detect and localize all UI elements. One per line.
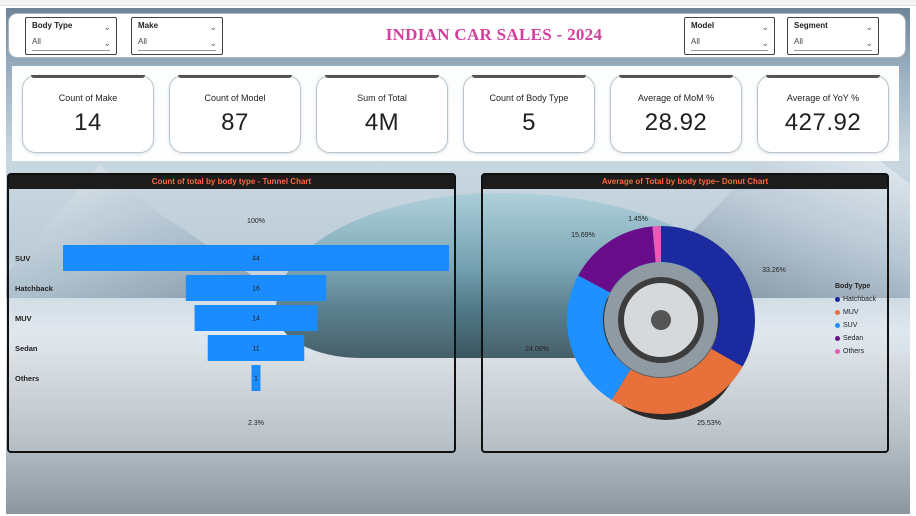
- kpi-value: 28.92: [644, 109, 708, 136]
- donut-data-label: 15.69%: [571, 232, 595, 239]
- tunnel-category-label: Sedan: [15, 344, 38, 353]
- tunnel-category-label: MUV: [15, 314, 32, 323]
- tunnel-bar-value: 14: [252, 316, 260, 323]
- chevron-down-icon[interactable]: ⌄: [103, 39, 111, 48]
- tunnel-chart[interactable]: 100% 2.3% 44 SUV 16 Hatchback 14 MUV 11 Sedan 1 O…: [9, 189, 454, 451]
- chevron-down-icon[interactable]: ⌄: [761, 23, 769, 32]
- top-window-strip: [0, 0, 916, 6]
- legend-label: MUV: [843, 309, 859, 316]
- legend-label: Sedan: [843, 335, 864, 342]
- legend-label: Others: [843, 348, 865, 355]
- tunnel-bottom-label: 2.3%: [248, 420, 264, 427]
- tunnel-bar-value: 11: [252, 346, 259, 353]
- kpi-label: Count of Body Type: [489, 93, 569, 103]
- legend-dot-icon: [835, 349, 840, 354]
- slicer-value[interactable]: All: [691, 37, 768, 46]
- tunnel-chart-panel[interactable]: Count of total by body type - Tunnel Cha…: [7, 173, 456, 453]
- kpi-label: Average of YoY %: [786, 93, 860, 103]
- slicer-value[interactable]: All: [794, 37, 872, 46]
- slicer-underline: [138, 50, 216, 51]
- make-slicer[interactable]: Make ⌄ All ⌄: [131, 17, 223, 55]
- legend-dot-icon: [835, 336, 840, 341]
- kpi-value: 5: [522, 109, 536, 136]
- kpi-label: Average of MoM %: [637, 93, 715, 103]
- donut-legend: Body Type Hatchback MUV SUV Sedan Others: [835, 283, 876, 358]
- slicer-title: Make: [138, 21, 159, 30]
- legend-dot-icon: [835, 297, 840, 302]
- kpi-value: 14: [74, 109, 102, 136]
- tunnel-bar-value: 1: [254, 376, 258, 383]
- donut-data-label: 1.45%: [628, 216, 648, 223]
- legend-item-hatchback[interactable]: Hatchback: [835, 293, 876, 306]
- kpi-card-count-of-make[interactable]: Count of Make 14: [22, 75, 154, 153]
- header-bar: Body Type ⌄ All ⌄ Make ⌄ All ⌄ INDIAN CA…: [8, 13, 906, 58]
- kpi-card-average-yoy[interactable]: Average of YoY % 427.92: [757, 75, 889, 153]
- legend-label: Hatchback: [843, 296, 877, 303]
- tunnel-top-label: 100%: [247, 218, 265, 225]
- slicer-value[interactable]: All: [32, 37, 110, 46]
- body-type-slicer[interactable]: Body Type ⌄ All ⌄: [25, 17, 117, 55]
- page-title: INDIAN CAR SALES - 2024: [385, 25, 603, 44]
- chevron-down-icon[interactable]: ⌄: [209, 39, 217, 48]
- legend-item-sedan[interactable]: Sedan: [835, 332, 876, 345]
- kpi-card-count-of-model[interactable]: Count of Model 87: [169, 75, 301, 153]
- tunnel-category-label: Hatchback: [15, 284, 54, 293]
- kpi-strip: Count of Make 14 Count of Model 87 Sum o…: [12, 66, 899, 161]
- kpi-card-sum-of-total[interactable]: Sum of Total 4M: [316, 75, 448, 153]
- slicer-title: Body Type: [32, 21, 73, 30]
- chevron-down-icon[interactable]: ⌄: [865, 23, 873, 32]
- kpi-label: Count of Model: [204, 93, 266, 103]
- tunnel-category-label: SUV: [15, 254, 30, 263]
- kpi-label: Count of Make: [58, 93, 118, 103]
- model-slicer[interactable]: Model ⌄ All ⌄: [684, 17, 775, 55]
- donut-data-label: 33.26%: [762, 267, 786, 274]
- chevron-down-icon[interactable]: ⌄: [103, 23, 111, 32]
- legend-dot-icon: [835, 310, 840, 315]
- chevron-down-icon[interactable]: ⌄: [761, 39, 769, 48]
- legend-item-muv[interactable]: MUV: [835, 306, 876, 319]
- tunnel-bar-value: 44: [252, 256, 260, 263]
- slicer-underline: [691, 50, 768, 51]
- slicer-underline: [794, 50, 872, 51]
- legend-title: Body Type: [835, 283, 871, 290]
- legend-label: SUV: [843, 322, 858, 329]
- slicer-value[interactable]: All: [138, 37, 216, 46]
- slicer-title: Model: [691, 21, 715, 30]
- kpi-card-average-mom[interactable]: Average of MoM % 28.92: [610, 75, 742, 153]
- slicer-underline: [32, 50, 110, 51]
- kpi-card-count-of-body-type[interactable]: Count of Body Type 5: [463, 75, 595, 153]
- kpi-value: 427.92: [784, 109, 862, 136]
- kpi-value: 4M: [364, 109, 400, 136]
- kpi-label: Sum of Total: [357, 93, 407, 103]
- slicer-title: Segment: [794, 21, 828, 30]
- donut-chart-panel[interactable]: Average of Total by body type– Donut Cha…: [481, 173, 889, 453]
- segment-slicer[interactable]: Segment ⌄ All ⌄: [787, 17, 879, 55]
- chevron-down-icon[interactable]: ⌄: [209, 23, 217, 32]
- donut-data-label: 25.53%: [697, 420, 721, 427]
- donut-data-label: 24.06%: [525, 346, 549, 353]
- legend-item-others[interactable]: Others: [835, 345, 876, 358]
- donut-chart-title: Average of Total by body type– Donut Cha…: [483, 175, 887, 189]
- donut-chart[interactable]: 33.26% 25.53% 24.06% 15.69% 1.45%: [483, 189, 887, 451]
- chevron-down-icon[interactable]: ⌄: [865, 39, 873, 48]
- legend-dot-icon: [835, 323, 840, 328]
- tunnel-category-label: Others: [15, 374, 39, 383]
- wheel-hub-image: [651, 310, 671, 330]
- tunnel-chart-title: Count of total by body type - Tunnel Cha…: [9, 175, 454, 189]
- tunnel-bar-value: 16: [252, 286, 260, 293]
- kpi-value: 87: [221, 109, 249, 136]
- legend-item-suv[interactable]: SUV: [835, 319, 876, 332]
